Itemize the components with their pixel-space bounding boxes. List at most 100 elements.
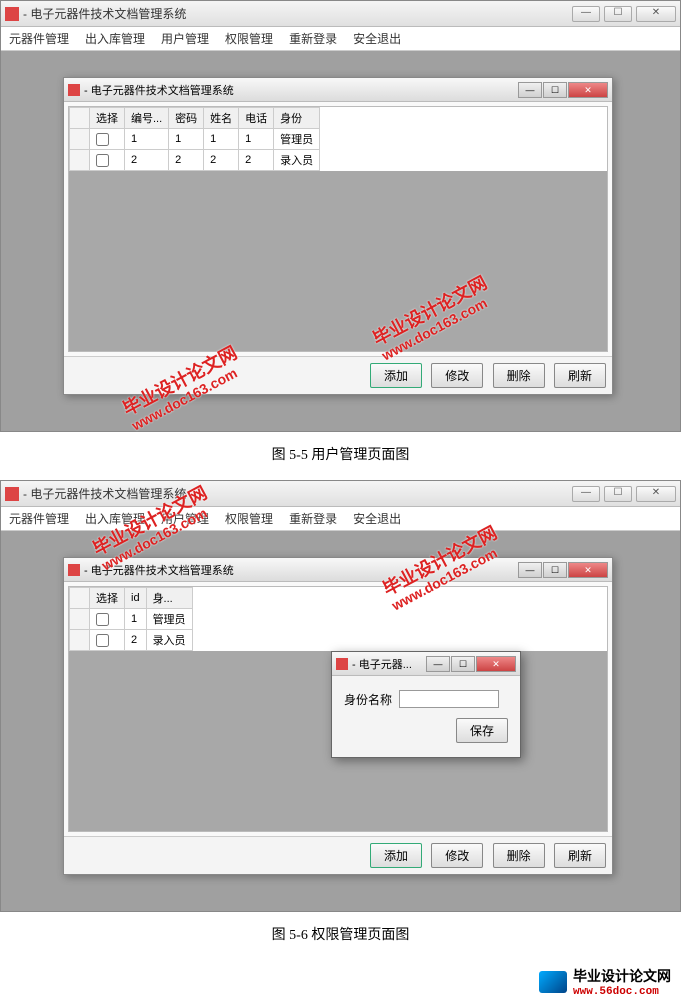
table-row[interactable]: 2 2 2 2 录入员: [70, 150, 320, 171]
col-role[interactable]: 身份: [274, 108, 320, 129]
window-controls: — ☐ ✕: [572, 486, 676, 502]
window-controls: — ☐ ✕: [572, 6, 676, 22]
menu-inventory[interactable]: 出入库管理: [85, 30, 145, 47]
grid-empty-area: [69, 171, 607, 351]
figure-caption: 图 5-5 用户管理页面图: [0, 436, 681, 480]
delete-button[interactable]: 删除: [493, 843, 545, 868]
menu-users[interactable]: 用户管理: [161, 510, 209, 527]
close-button[interactable]: ✕: [636, 6, 676, 22]
maximize-button[interactable]: ☐: [604, 6, 632, 22]
row-indicator: [70, 150, 90, 171]
cell[interactable]: 管理员: [146, 609, 192, 630]
minimize-button[interactable]: —: [572, 6, 600, 22]
menu-exit[interactable]: 安全退出: [353, 30, 401, 47]
add-button[interactable]: 添加: [370, 843, 422, 868]
cell[interactable]: 录入员: [274, 150, 320, 171]
app-icon: [5, 7, 19, 21]
footer-logo-icon: [539, 971, 567, 993]
row-indicator: [70, 630, 90, 651]
maximize-button[interactable]: ☐: [604, 486, 632, 502]
child-maximize-button[interactable]: ☐: [543, 562, 567, 578]
cell[interactable]: 1: [204, 129, 239, 150]
menu-users[interactable]: 用户管理: [161, 30, 209, 47]
col-role[interactable]: 身...: [146, 588, 192, 609]
menu-permissions[interactable]: 权限管理: [225, 30, 273, 47]
row-select-checkbox[interactable]: [96, 154, 109, 167]
cell[interactable]: 录入员: [146, 630, 192, 651]
main-window: - 电子元器件技术文档管理系统 — ☐ ✕ 元器件管理 出入库管理 用户管理 权…: [1, 1, 680, 431]
dialog-body: 身份名称 保存: [332, 676, 520, 757]
app-title: - 电子元器件技术文档管理系统: [23, 485, 572, 502]
dialog-minimize-button[interactable]: —: [426, 656, 450, 672]
child-window-users: - 电子元器件技术文档管理系统 — ☐ ✕ 选择 编号... 密码: [63, 77, 613, 395]
table-row[interactable]: 1 管理员: [70, 609, 193, 630]
figure-5-5: - 电子元器件技术文档管理系统 — ☐ ✕ 元器件管理 出入库管理 用户管理 权…: [0, 0, 681, 432]
col-phone[interactable]: 电话: [239, 108, 274, 129]
role-name-input[interactable]: [399, 690, 499, 708]
close-button[interactable]: ✕: [636, 486, 676, 502]
cell[interactable]: 管理员: [274, 129, 320, 150]
cell[interactable]: 2: [239, 150, 274, 171]
cell[interactable]: 2: [125, 630, 147, 651]
cell[interactable]: 1: [125, 609, 147, 630]
delete-button[interactable]: 删除: [493, 363, 545, 388]
col-name[interactable]: 姓名: [204, 108, 239, 129]
menu-permissions[interactable]: 权限管理: [225, 510, 273, 527]
cell[interactable]: 2: [125, 150, 169, 171]
refresh-button[interactable]: 刷新: [554, 363, 606, 388]
cell-checkbox[interactable]: [90, 129, 125, 150]
users-grid[interactable]: 选择 编号... 密码 姓名 电话 身份 1 1 1: [68, 106, 608, 352]
col-id[interactable]: 编号...: [125, 108, 169, 129]
cell[interactable]: 2: [204, 150, 239, 171]
menu-relogin[interactable]: 重新登录: [289, 510, 337, 527]
row-select-checkbox[interactable]: [96, 133, 109, 146]
grid-header-row: 选择 id 身...: [70, 588, 193, 609]
col-select[interactable]: 选择: [90, 108, 125, 129]
edit-button[interactable]: 修改: [431, 363, 483, 388]
menu-exit[interactable]: 安全退出: [353, 510, 401, 527]
child-icon: [68, 564, 80, 576]
row-select-checkbox[interactable]: [96, 613, 109, 626]
mdi-area: - 电子元器件技术文档管理系统 — ☐ ✕ 选择 id 身...: [1, 531, 680, 911]
child-minimize-button[interactable]: —: [518, 562, 542, 578]
figure-5-6: - 电子元器件技术文档管理系统 — ☐ ✕ 元器件管理 出入库管理 用户管理 权…: [0, 480, 681, 912]
cell[interactable]: 1: [125, 129, 169, 150]
dialog-maximize-button[interactable]: ☐: [451, 656, 475, 672]
dialog-close-button[interactable]: ✕: [476, 656, 516, 672]
cell-checkbox[interactable]: [90, 609, 125, 630]
save-button[interactable]: 保存: [456, 718, 508, 743]
child-close-button[interactable]: ✕: [568, 562, 608, 578]
child-icon: [68, 84, 80, 96]
child-maximize-button[interactable]: ☐: [543, 82, 567, 98]
col-id[interactable]: id: [125, 588, 147, 609]
menu-components[interactable]: 元器件管理: [9, 510, 69, 527]
menu-relogin[interactable]: 重新登录: [289, 30, 337, 47]
row-select-checkbox[interactable]: [96, 634, 109, 647]
cell[interactable]: 1: [239, 129, 274, 150]
main-titlebar: - 电子元器件技术文档管理系统 — ☐ ✕: [1, 481, 680, 507]
cell-checkbox[interactable]: [90, 150, 125, 171]
col-select[interactable]: 选择: [90, 588, 125, 609]
child-titlebar: - 电子元器件技术文档管理系统 — ☐ ✕: [64, 558, 612, 582]
dialog-title: - 电子元器...: [352, 656, 425, 672]
menu-components[interactable]: 元器件管理: [9, 30, 69, 47]
menu-inventory[interactable]: 出入库管理: [85, 510, 145, 527]
add-button[interactable]: 添加: [370, 363, 422, 388]
page-footer: 毕业设计论文网 www.56doc.com: [0, 960, 681, 1004]
minimize-button[interactable]: —: [572, 486, 600, 502]
col-password[interactable]: 密码: [169, 108, 204, 129]
table-row[interactable]: 1 1 1 1 管理员: [70, 129, 320, 150]
cell[interactable]: 1: [169, 129, 204, 150]
grid-header-row: 选择 编号... 密码 姓名 电话 身份: [70, 108, 320, 129]
rowheader-blank: [70, 588, 90, 609]
edit-button[interactable]: 修改: [431, 843, 483, 868]
child-close-button[interactable]: ✕: [568, 82, 608, 98]
dialog-titlebar: - 电子元器... — ☐ ✕: [332, 652, 520, 676]
child-minimize-button[interactable]: —: [518, 82, 542, 98]
cell[interactable]: 2: [169, 150, 204, 171]
figure-caption: 图 5-6 权限管理页面图: [0, 916, 681, 960]
cell-checkbox[interactable]: [90, 630, 125, 651]
table-row[interactable]: 2 录入员: [70, 630, 193, 651]
child-title: - 电子元器件技术文档管理系统: [84, 562, 517, 578]
refresh-button[interactable]: 刷新: [554, 843, 606, 868]
